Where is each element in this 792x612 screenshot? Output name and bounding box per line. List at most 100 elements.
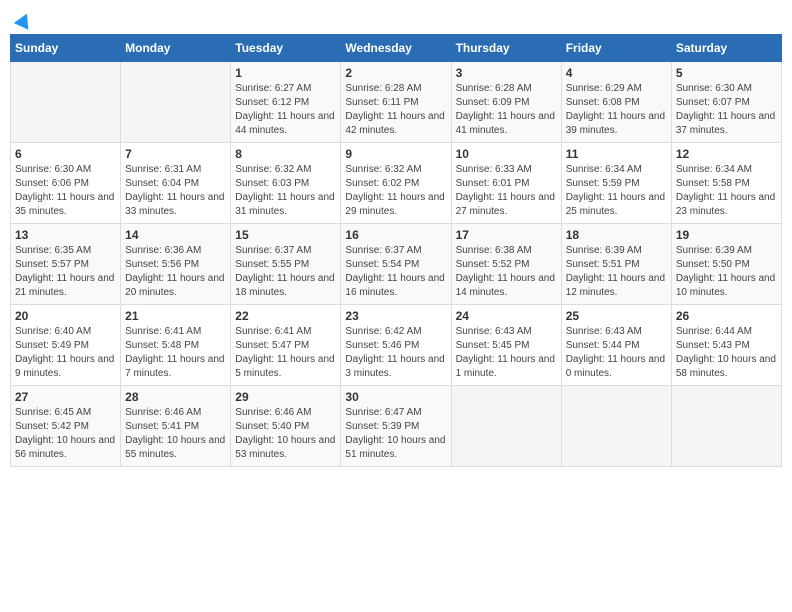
day-number: 5 [676,66,777,80]
calendar-cell: 22 Sunrise: 6:41 AMSunset: 5:47 PMDayligh… [231,304,341,385]
day-number: 1 [235,66,336,80]
cell-content: Sunrise: 6:29 AMSunset: 6:08 PMDaylight:… [566,82,667,138]
day-number: 6 [15,147,116,161]
cell-content: Sunrise: 6:34 AMSunset: 5:59 PMDaylight:… [566,163,667,219]
cell-content: Sunrise: 6:42 AMSunset: 5:46 PMDaylight:… [345,325,446,381]
calendar-week-5: 27 Sunrise: 6:45 AMSunset: 5:42 PMDayligh… [11,385,782,466]
day-header-tuesday: Tuesday [231,34,341,61]
calendar-cell: 12 Sunrise: 6:34 AMSunset: 5:58 PMDayligh… [671,142,781,223]
cell-content: Sunrise: 6:39 AMSunset: 5:50 PMDaylight:… [676,244,777,300]
calendar-cell [451,385,561,466]
day-number: 19 [676,228,777,242]
day-header-saturday: Saturday [671,34,781,61]
day-number: 22 [235,309,336,323]
calendar-cell: 20Sunrise: 6:40 AMSunset: 5:49 PMDayligh… [11,304,121,385]
calendar-week-1: 1 Sunrise: 6:27 AMSunset: 6:12 PMDaylight… [11,61,782,142]
cell-content: Sunrise: 6:46 AMSunset: 5:41 PMDaylight:… [125,406,226,462]
day-number: 8 [235,147,336,161]
calendar-cell: 8 Sunrise: 6:32 AMSunset: 6:03 PMDaylight… [231,142,341,223]
day-number: 3 [456,66,557,80]
day-number: 29 [235,390,336,404]
calendar-cell: 5 Sunrise: 6:30 AMSunset: 6:07 PMDaylight… [671,61,781,142]
calendar-cell: 4 Sunrise: 6:29 AMSunset: 6:08 PMDaylight… [561,61,671,142]
cell-content: Sunrise: 6:43 AMSunset: 5:45 PMDaylight:… [456,325,557,381]
calendar-cell: 19 Sunrise: 6:39 AMSunset: 5:50 PMDayligh… [671,223,781,304]
day-number: 28 [125,390,226,404]
day-number: 24 [456,309,557,323]
calendar-cell: 14Sunrise: 6:36 AMSunset: 5:56 PMDayligh… [121,223,231,304]
day-header-wednesday: Wednesday [341,34,451,61]
calendar-cell: 28 Sunrise: 6:46 AMSunset: 5:41 PMDayligh… [121,385,231,466]
day-number: 27 [15,390,116,404]
day-header-friday: Friday [561,34,671,61]
calendar-cell: 17 Sunrise: 6:38 AMSunset: 5:52 PMDayligh… [451,223,561,304]
cell-content: Sunrise: 6:32 AMSunset: 6:03 PMDaylight:… [235,163,336,219]
calendar-cell: 3Sunrise: 6:28 AMSunset: 6:09 PMDaylight… [451,61,561,142]
calendar-cell: 11 Sunrise: 6:34 AMSunset: 5:59 PMDayligh… [561,142,671,223]
day-number: 11 [566,147,667,161]
cell-content: Sunrise: 6:30 AMSunset: 6:07 PMDaylight:… [676,82,777,138]
calendar-cell: 9Sunrise: 6:32 AMSunset: 6:02 PMDaylight… [341,142,451,223]
cell-content: Sunrise: 6:46 AMSunset: 5:40 PMDaylight:… [235,406,336,462]
calendar-cell: 30 Sunrise: 6:47 AMSunset: 5:39 PMDayligh… [341,385,451,466]
cell-content: Sunrise: 6:33 AMSunset: 6:01 PMDaylight:… [456,163,557,219]
calendar-cell: 27 Sunrise: 6:45 AMSunset: 5:42 PMDayligh… [11,385,121,466]
day-number: 10 [456,147,557,161]
calendar-week-2: 6 Sunrise: 6:30 AMSunset: 6:06 PMDaylight… [11,142,782,223]
calendar-cell: 6 Sunrise: 6:30 AMSunset: 6:06 PMDaylight… [11,142,121,223]
day-number: 15 [235,228,336,242]
calendar-cell: 25Sunrise: 6:43 AMSunset: 5:44 PMDayligh… [561,304,671,385]
calendar-header-row: SundayMondayTuesdayWednesdayThursdayFrid… [11,34,782,61]
calendar-cell: 16 Sunrise: 6:37 AMSunset: 5:54 PMDayligh… [341,223,451,304]
cell-content: Sunrise: 6:41 AMSunset: 5:48 PMDaylight:… [125,325,226,381]
calendar-week-3: 13 Sunrise: 6:35 AMSunset: 5:57 PMDayligh… [11,223,782,304]
page-header [10,10,782,26]
calendar-cell: 7 Sunrise: 6:31 AMSunset: 6:04 PMDaylight… [121,142,231,223]
day-number: 18 [566,228,667,242]
cell-content: Sunrise: 6:35 AMSunset: 5:57 PMDaylight:… [15,244,116,300]
day-number: 7 [125,147,226,161]
calendar-cell: 15 Sunrise: 6:37 AMSunset: 5:55 PMDayligh… [231,223,341,304]
cell-content: Sunrise: 6:28 AMSunset: 6:11 PMDaylight:… [345,82,446,138]
calendar-cell: 23 Sunrise: 6:42 AMSunset: 5:46 PMDayligh… [341,304,451,385]
day-header-monday: Monday [121,34,231,61]
day-number: 13 [15,228,116,242]
cell-content: Sunrise: 6:47 AMSunset: 5:39 PMDaylight:… [345,406,446,462]
day-number: 23 [345,309,446,323]
cell-content: Sunrise: 6:45 AMSunset: 5:42 PMDaylight:… [15,406,116,462]
calendar-week-4: 20Sunrise: 6:40 AMSunset: 5:49 PMDayligh… [11,304,782,385]
cell-content: Sunrise: 6:27 AMSunset: 6:12 PMDaylight:… [235,82,336,138]
calendar-cell: 21Sunrise: 6:41 AMSunset: 5:48 PMDayligh… [121,304,231,385]
day-number: 25 [566,309,667,323]
logo [14,10,32,26]
cell-content: Sunrise: 6:37 AMSunset: 5:54 PMDaylight:… [345,244,446,300]
calendar-cell: 29 Sunrise: 6:46 AMSunset: 5:40 PMDayligh… [231,385,341,466]
cell-content: Sunrise: 6:39 AMSunset: 5:51 PMDaylight:… [566,244,667,300]
day-number: 4 [566,66,667,80]
day-number: 2 [345,66,446,80]
cell-content: Sunrise: 6:34 AMSunset: 5:58 PMDaylight:… [676,163,777,219]
cell-content: Sunrise: 6:40 AMSunset: 5:49 PMDaylight:… [15,325,116,381]
cell-content: Sunrise: 6:41 AMSunset: 5:47 PMDaylight:… [235,325,336,381]
day-header-sunday: Sunday [11,34,121,61]
day-number: 14 [125,228,226,242]
cell-content: Sunrise: 6:32 AMSunset: 6:02 PMDaylight:… [345,163,446,219]
calendar-cell: 24 Sunrise: 6:43 AMSunset: 5:45 PMDayligh… [451,304,561,385]
day-header-thursday: Thursday [451,34,561,61]
day-number: 17 [456,228,557,242]
calendar-cell [671,385,781,466]
cell-content: Sunrise: 6:37 AMSunset: 5:55 PMDaylight:… [235,244,336,300]
calendar-cell [121,61,231,142]
calendar-cell [561,385,671,466]
day-number: 12 [676,147,777,161]
day-number: 30 [345,390,446,404]
logo-triangle-icon [14,10,34,29]
cell-content: Sunrise: 6:30 AMSunset: 6:06 PMDaylight:… [15,163,116,219]
cell-content: Sunrise: 6:38 AMSunset: 5:52 PMDaylight:… [456,244,557,300]
calendar-cell: 18 Sunrise: 6:39 AMSunset: 5:51 PMDayligh… [561,223,671,304]
cell-content: Sunrise: 6:31 AMSunset: 6:04 PMDaylight:… [125,163,226,219]
calendar-cell: 26Sunrise: 6:44 AMSunset: 5:43 PMDayligh… [671,304,781,385]
calendar-cell [11,61,121,142]
day-number: 16 [345,228,446,242]
calendar-cell: 10 Sunrise: 6:33 AMSunset: 6:01 PMDayligh… [451,142,561,223]
